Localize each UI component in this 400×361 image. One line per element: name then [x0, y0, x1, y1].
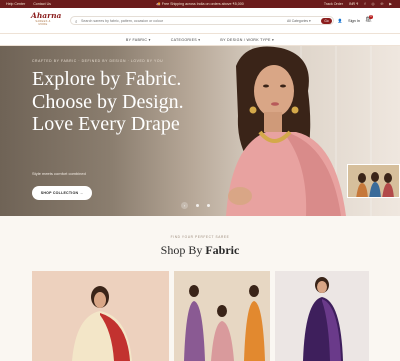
logo-text: Aharna	[31, 11, 62, 20]
logo-subtext: SAREES & MORE	[35, 20, 51, 26]
track-order-link[interactable]: Track Order	[324, 2, 343, 6]
announcement-bar: Help Center Contact Us 🚚 Free Shipping a…	[0, 0, 400, 8]
nav-by-design[interactable]: BY DESIGN / WORK TYPE ▾	[220, 38, 274, 42]
hero-model-image	[226, 46, 346, 216]
section-title-bold: Fabric	[205, 243, 240, 257]
section-kicker: FIND YOUR PERFECT SAREE	[170, 235, 230, 239]
carousel-prev-icon[interactable]: ‹	[181, 202, 188, 209]
sign-in-link[interactable]: Sign In	[348, 19, 360, 23]
hero-headline: Explore by Fabric. Choose by Design. Lov…	[32, 68, 184, 135]
nav-categories[interactable]: CATEGORIES ▾	[171, 38, 201, 42]
category-select[interactable]: All Categories ▾	[287, 19, 311, 23]
fabric-card-image	[32, 271, 169, 361]
category-select-label: All Categories	[287, 19, 309, 23]
section-title-prefix: Shop By	[160, 243, 203, 257]
search-button[interactable]: Go	[321, 18, 332, 24]
pinterest-icon[interactable]: ℗	[381, 2, 384, 6]
facebook-icon[interactable]: f	[364, 2, 365, 6]
nav-by-design-label: BY DESIGN / WORK TYPE	[220, 37, 271, 42]
hero-thumbnail[interactable]	[347, 164, 400, 198]
hero-tagline: Style meets comfort combined	[32, 171, 86, 176]
youtube-icon[interactable]: ▶	[389, 2, 392, 6]
hero-kicker: CRAFTED BY FABRIC · DEFINED BY DESIGN · …	[32, 59, 164, 63]
nav-categories-label: CATEGORIES	[170, 37, 197, 42]
fabric-card[interactable]	[32, 271, 169, 361]
fabric-card[interactable]	[174, 271, 270, 361]
nav-by-fabric[interactable]: BY FABRIC ▾	[126, 38, 151, 42]
nav-by-fabric-label: BY FABRIC	[125, 37, 148, 42]
section-title: Shop By Fabric	[0, 243, 400, 258]
cart-count-badge: 0	[369, 15, 374, 19]
search-bar: ⌕ All Categories ▾ Go	[70, 16, 334, 25]
user-icon[interactable]: 👤	[337, 18, 342, 23]
site-header: Aharna SAREES & MORE ⌕ All Categories ▾ …	[0, 8, 400, 34]
search-input[interactable]	[81, 18, 281, 24]
hero-banner: CRAFTED BY FABRIC · DEFINED BY DESIGN · …	[0, 46, 400, 216]
search-icon: ⌕	[75, 18, 78, 24]
thumbnail-image	[348, 165, 399, 197]
fabric-card-image	[174, 271, 270, 361]
carousel-dot[interactable]	[196, 204, 199, 207]
cart-icon[interactable]: 🛍 0	[365, 15, 374, 23]
carousel-controls: ‹	[181, 202, 210, 209]
shop-collection-button[interactable]: SHOP COLLECTION →	[32, 186, 92, 200]
main-nav: BY FABRIC ▾ CATEGORIES ▾ BY DESIGN / WOR…	[0, 34, 400, 46]
brand-logo[interactable]: Aharna SAREES & MORE	[31, 11, 62, 30]
instagram-icon[interactable]: ◎	[371, 2, 374, 6]
fabric-card[interactable]	[275, 271, 369, 361]
carousel-dot[interactable]	[207, 204, 210, 207]
fabric-card-image	[275, 271, 369, 361]
currency-select[interactable]: INR ₹	[349, 2, 358, 6]
